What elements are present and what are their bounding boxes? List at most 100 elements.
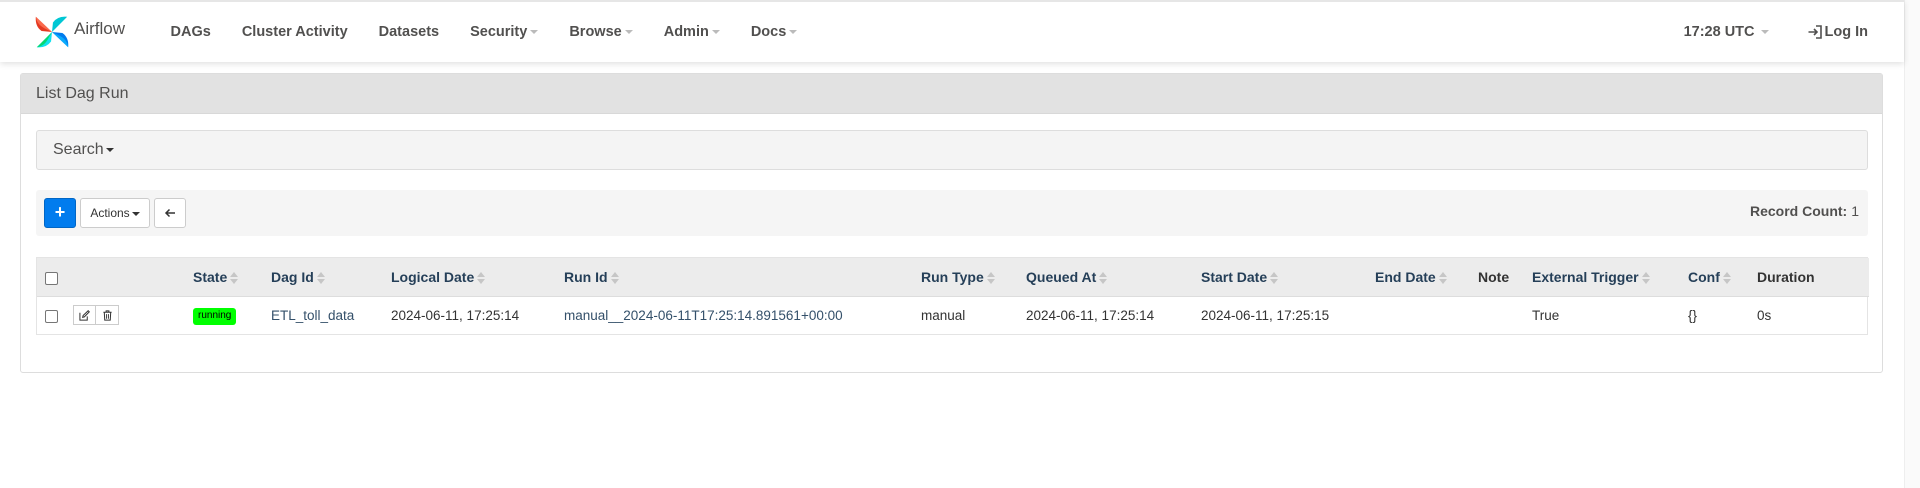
- column-header-state[interactable]: State: [193, 258, 271, 297]
- column-header-label: State: [193, 268, 228, 285]
- column-header-label: Dag Id: [271, 268, 314, 285]
- column-header-label: Run Id: [564, 268, 608, 285]
- sign-in-icon: [1808, 25, 1822, 39]
- record-count-label: Record Count:: [1749, 203, 1848, 219]
- caret-down-icon: [711, 30, 720, 34]
- delete-record-button[interactable]: [96, 305, 119, 326]
- row-actions-cell: [69, 296, 193, 334]
- column-header-label: External Trigger: [1532, 268, 1639, 285]
- state-cell: running: [193, 296, 271, 334]
- nav-dags[interactable]: DAGs: [155, 2, 226, 62]
- column-header-end-date[interactable]: End Date: [1375, 258, 1478, 297]
- sort-icon: [1270, 271, 1279, 285]
- column-header-label: Start Date: [1201, 268, 1268, 285]
- column-header-label: Conf: [1688, 268, 1720, 285]
- column-header-start-date[interactable]: Start Date: [1201, 258, 1375, 297]
- caret-down-icon: [1760, 30, 1769, 34]
- column-header-logical-date[interactable]: Logical Date: [391, 258, 564, 297]
- nav-admin-dropdown[interactable]: Admin: [648, 2, 735, 62]
- nav-docs-dropdown[interactable]: Docs: [735, 2, 812, 62]
- logical-date-cell: 2024-06-11, 17:25:14: [391, 307, 520, 323]
- record-count-value: 1: [1851, 203, 1859, 219]
- column-header-external-trigger[interactable]: External Trigger: [1532, 258, 1688, 297]
- column-header-conf[interactable]: Conf: [1688, 258, 1757, 297]
- trash-icon: [102, 310, 112, 321]
- sort-icon: [1722, 271, 1731, 285]
- run-id-cell: manual__2024-06-11T17:25:14.891561+00:00: [564, 296, 921, 334]
- clock-time: 17:28 UTC: [1683, 24, 1755, 40]
- navbar: Airflow DAGs Cluster Activity Datasets S…: [0, 0, 1904, 62]
- external-trigger-cell: True: [1532, 307, 1560, 323]
- duration-cell: 0s: [1757, 307, 1772, 323]
- nav-security-label: Security: [470, 24, 528, 40]
- add-record-button[interactable]: +: [44, 198, 76, 228]
- search-label: Search: [53, 141, 104, 158]
- brand-name: Airflow: [74, 19, 126, 38]
- row-select-checkbox[interactable]: [45, 309, 58, 323]
- login-link[interactable]: Log In: [1807, 24, 1869, 40]
- sort-icon: [1641, 271, 1650, 285]
- nav-dags-label: DAGs: [170, 24, 211, 40]
- brand-logo-link[interactable]: Airflow: [33, 13, 125, 51]
- search-toggle[interactable]: Search: [36, 130, 1868, 170]
- nav-browse-label: Browse: [569, 24, 622, 40]
- queued-at-cell: 2024-06-11, 17:25:14: [1026, 307, 1155, 323]
- column-header-run-type[interactable]: Run Type: [921, 258, 1026, 297]
- nav-browse-dropdown[interactable]: Browse: [554, 2, 648, 62]
- column-header-duration: Duration: [1757, 258, 1869, 297]
- nav-cluster-activity[interactable]: Cluster Activity: [226, 2, 363, 62]
- column-header-note: Note: [1478, 258, 1532, 297]
- navbar-right: 17:28 UTC Log In: [1684, 2, 1904, 62]
- back-button[interactable]: [154, 198, 186, 228]
- column-header-label: Run Type: [921, 268, 984, 285]
- column-header-label: Duration: [1757, 268, 1815, 285]
- start-date-cell: 2024-06-11, 17:25:15: [1201, 307, 1330, 323]
- actions-header: [69, 258, 193, 297]
- column-header-label: Logical Date: [391, 268, 475, 285]
- column-header-label: Note: [1478, 268, 1510, 285]
- sort-icon: [1099, 271, 1108, 285]
- edit-record-button[interactable]: [73, 305, 96, 326]
- caret-down-icon: [530, 30, 539, 34]
- main-menu: DAGs Cluster Activity Datasets Security …: [155, 2, 813, 62]
- caret-down-icon: [105, 147, 114, 152]
- edit-icon: [79, 309, 90, 321]
- sort-icon: [610, 271, 619, 285]
- sort-icon: [1438, 271, 1447, 285]
- end-date-cell: [1375, 296, 1478, 334]
- dag-id-link[interactable]: ETL_toll_data: [271, 308, 354, 323]
- sort-icon: [477, 271, 486, 285]
- table-header-row: State Dag Id Logical Date Run Id Run Typ…: [37, 258, 1869, 297]
- state-badge[interactable]: running: [193, 307, 237, 325]
- column-header-label: End Date: [1375, 268, 1436, 285]
- select-all-header: [37, 258, 69, 297]
- table-row: running ETL_toll_data 2024-06-11, 17:25:…: [37, 296, 1869, 334]
- select-all-checkbox[interactable]: [45, 271, 58, 285]
- nav-docs-label: Docs: [750, 24, 787, 40]
- sort-icon: [986, 271, 995, 285]
- dag-id-cell: ETL_toll_data: [271, 296, 391, 334]
- sort-icon: [316, 271, 325, 285]
- column-header-label: Queued At: [1026, 268, 1097, 285]
- record-count: Record Count: 1: [1750, 203, 1859, 219]
- actions-toolbar: + Actions Record Count: 1: [36, 190, 1868, 236]
- run-id-link[interactable]: manual__2024-06-11T17:25:14.891561+00:00: [564, 308, 843, 323]
- dag-run-table: State Dag Id Logical Date Run Id Run Typ…: [36, 257, 1869, 335]
- arrow-left-icon: [164, 208, 175, 218]
- vertical-scrollbar[interactable]: [1904, 0, 1920, 488]
- nav-admin-label: Admin: [663, 24, 709, 40]
- run-type-cell: manual: [921, 307, 966, 323]
- column-header-queued-at[interactable]: Queued At: [1026, 258, 1201, 297]
- column-header-dag-id[interactable]: Dag Id: [271, 258, 391, 297]
- login-label: Log In: [1824, 24, 1869, 40]
- nav-datasets[interactable]: Datasets: [363, 2, 454, 62]
- sort-icon: [230, 271, 239, 285]
- list-dag-run-panel: List Dag Run Search + Actions Record Cou…: [20, 73, 1883, 373]
- actions-dropdown-button[interactable]: Actions: [80, 198, 150, 228]
- caret-down-icon: [624, 30, 633, 34]
- airflow-pinwheel-icon: [35, 16, 69, 48]
- row-select-cell: [37, 296, 69, 334]
- nav-security-dropdown[interactable]: Security: [455, 2, 554, 62]
- column-header-run-id[interactable]: Run Id: [564, 258, 921, 297]
- timezone-dropdown[interactable]: 17:28 UTC: [1684, 24, 1769, 40]
